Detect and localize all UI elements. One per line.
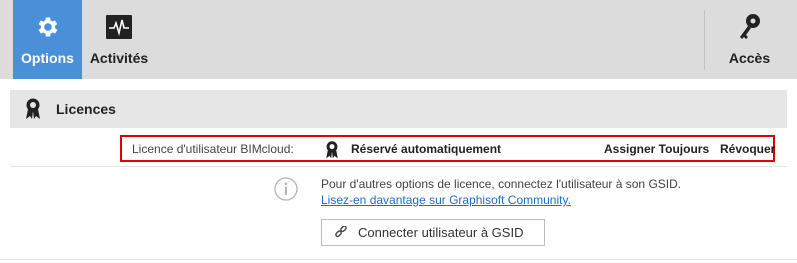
tab-acces-label: Accès <box>728 50 771 66</box>
license-ribbon-icon <box>324 140 340 160</box>
bottom-divider <box>0 259 797 260</box>
tab-activites-label: Activités <box>89 50 149 66</box>
connect-gsid-label: Connecter utilisateur à GSID <box>358 225 524 240</box>
activity-monitor-icon <box>105 12 133 42</box>
tab-options[interactable]: Options <box>13 0 82 79</box>
license-status: Réservé automatiquement <box>351 142 502 156</box>
info-icon <box>274 177 298 201</box>
connect-gsid-button[interactable]: Connecter utilisateur à GSID <box>321 219 545 246</box>
graphisoft-community-link[interactable]: Lisez-en davantage sur Graphisoft Commun… <box>321 193 571 207</box>
assign-always-button[interactable]: Assigner Toujours <box>604 142 709 156</box>
licences-section-header: Licences <box>10 90 787 128</box>
key-icon <box>737 12 763 42</box>
toolbar-divider <box>704 10 705 70</box>
gear-icon <box>35 12 61 42</box>
section-title: Licences <box>56 101 116 117</box>
tab-options-label: Options <box>21 50 74 66</box>
revoke-button[interactable]: Révoquer <box>720 142 775 156</box>
tab-acces[interactable]: Accès <box>722 0 777 79</box>
license-row: Licence d'utilisateur BIMcloud: Réservé … <box>120 135 775 162</box>
link-icon <box>334 225 348 240</box>
license-info-text: Pour d'autres options de licence, connec… <box>321 177 682 191</box>
license-label: Licence d'utilisateur BIMcloud: <box>132 142 294 156</box>
tab-activites[interactable]: Activités <box>86 0 152 79</box>
row-divider <box>10 166 787 167</box>
license-ribbon-icon <box>23 97 43 121</box>
top-toolbar: Options Activités Accès <box>0 0 797 79</box>
